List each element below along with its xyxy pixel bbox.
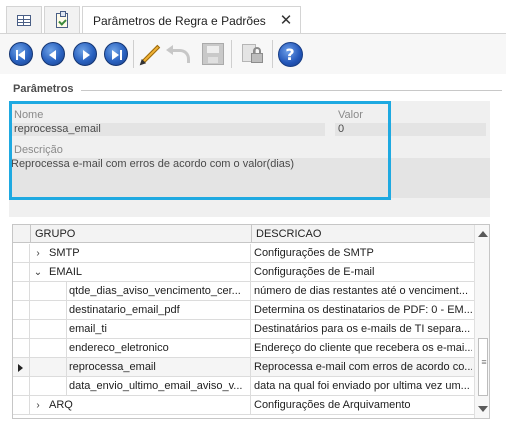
row-indicator[interactable] bbox=[13, 396, 30, 415]
save-button[interactable] bbox=[199, 40, 227, 68]
descricao-cell[interactable]: Endereço do cliente que recebera os e-ma… bbox=[254, 339, 472, 358]
collapse-icon[interactable]: ⌄ bbox=[32, 263, 44, 282]
toolbar: ? bbox=[0, 34, 506, 74]
table-row[interactable]: destinatario_email_pdf Determina os desti… bbox=[13, 301, 474, 320]
grupo-cell[interactable]: EMAIL bbox=[49, 263, 251, 282]
row-indicator[interactable] bbox=[13, 339, 30, 358]
lock-button[interactable] bbox=[240, 40, 268, 68]
last-record-button[interactable] bbox=[102, 40, 130, 68]
header-indicator bbox=[13, 225, 30, 243]
table-row[interactable]: ⌄ EMAIL Configurações de E-mail bbox=[13, 263, 474, 282]
expand-icon[interactable]: › bbox=[32, 244, 44, 263]
parameters-grid: GRUPO DESCRICAO › SMTP Configurações de SM… bbox=[12, 224, 490, 419]
last-record-icon bbox=[104, 42, 128, 66]
descricao-cell[interactable]: Reprocessa e-mail com erros de acordo co… bbox=[254, 358, 472, 377]
table-row[interactable]: qtde_dias_aviso_vencimento_cer... número … bbox=[13, 282, 474, 301]
help-icon: ? bbox=[277, 41, 303, 67]
row-indicator[interactable] bbox=[13, 377, 30, 396]
grupo-cell[interactable]: ARQ bbox=[49, 396, 251, 415]
table-row[interactable]: › ARQ Configurações de Arquivamento bbox=[13, 396, 474, 415]
grupo-cell[interactable]: endereco_eletronico bbox=[66, 339, 251, 358]
row-indicator[interactable] bbox=[13, 358, 30, 377]
row-indicator[interactable] bbox=[13, 320, 30, 339]
descricao-cell[interactable]: Configurações de Arquivamento bbox=[254, 396, 472, 415]
table-row[interactable]: data_envio_ultimo_email_aviso_v... data n… bbox=[13, 377, 474, 396]
close-icon[interactable]: ✕ bbox=[280, 13, 293, 28]
clipboard-check-icon bbox=[56, 11, 68, 28]
grupo-cell[interactable]: SMTP bbox=[49, 244, 251, 263]
undo-icon bbox=[166, 45, 190, 63]
grupo-cell[interactable]: reprocessa_email bbox=[66, 358, 251, 377]
table-row[interactable]: email_ti Destinatários para os e-mails de… bbox=[13, 320, 474, 339]
table-row[interactable]: › SMTP Configurações de SMTP bbox=[13, 244, 474, 263]
vertical-scrollbar[interactable] bbox=[474, 225, 489, 418]
next-record-icon bbox=[73, 42, 97, 66]
first-record-button[interactable] bbox=[7, 40, 35, 68]
row-indicator[interactable] bbox=[13, 244, 30, 263]
toolbar-separator bbox=[231, 40, 232, 68]
tab-strip: Parâmetros de Regra e Padrões ✕ bbox=[0, 0, 506, 34]
table-row[interactable]: endereco_eletronico Endereço do cliente q… bbox=[13, 339, 474, 358]
toolbar-separator bbox=[272, 40, 273, 68]
lock-icon bbox=[242, 42, 266, 66]
table-row[interactable]: reprocessa_email Reprocessa e-mail com er… bbox=[13, 358, 474, 377]
row-indicator[interactable] bbox=[13, 282, 30, 301]
edit-button[interactable] bbox=[137, 40, 165, 68]
scroll-thumb[interactable] bbox=[478, 338, 489, 396]
expand-icon[interactable]: › bbox=[32, 396, 44, 415]
section-title: Parâmetros bbox=[13, 83, 74, 95]
scroll-up-icon[interactable] bbox=[478, 231, 488, 237]
descricao-cell[interactable]: Determina os destinatarios de PDF: 0 - E… bbox=[254, 301, 472, 320]
row-indicator[interactable] bbox=[13, 263, 30, 282]
row-indicator[interactable] bbox=[13, 301, 30, 320]
descricao-cell[interactable]: data na qual foi enviado por ultima vez … bbox=[254, 377, 472, 396]
tab-grid-view[interactable] bbox=[6, 6, 42, 34]
grupo-cell[interactable]: destinatario_email_pdf bbox=[66, 301, 251, 320]
tab-parametros[interactable]: Parâmetros de Regra e Padrões ✕ bbox=[82, 6, 302, 34]
tab-checklist[interactable] bbox=[44, 6, 80, 34]
previous-record-button[interactable] bbox=[39, 40, 67, 68]
grid-icon bbox=[17, 15, 31, 26]
descricao-cell[interactable]: Configurações de SMTP bbox=[254, 244, 472, 263]
help-button[interactable]: ? bbox=[276, 40, 304, 68]
descricao-cell[interactable]: número de dias restantes até o venciment… bbox=[254, 282, 472, 301]
column-grupo[interactable]: GRUPO bbox=[30, 225, 251, 243]
edit-icon bbox=[141, 44, 161, 64]
section-divider bbox=[81, 90, 502, 91]
descricao-cell[interactable]: Configurações de E-mail bbox=[254, 263, 472, 282]
descricao-cell[interactable]: Destinatários para os e-mails de TI sepa… bbox=[254, 320, 472, 339]
first-record-icon bbox=[9, 42, 33, 66]
highlight-box bbox=[9, 101, 391, 200]
grupo-cell[interactable]: email_ti bbox=[66, 320, 251, 339]
next-record-button[interactable] bbox=[71, 40, 99, 68]
save-icon bbox=[202, 43, 224, 65]
current-row-arrow-icon bbox=[18, 364, 23, 372]
undo-button[interactable] bbox=[166, 40, 195, 68]
column-descricao[interactable]: DESCRICAO bbox=[251, 225, 473, 243]
grid-header: GRUPO DESCRICAO bbox=[13, 225, 474, 243]
scroll-down-icon[interactable] bbox=[478, 406, 488, 412]
grupo-cell[interactable]: data_envio_ultimo_email_aviso_v... bbox=[66, 377, 251, 396]
toolbar-separator bbox=[133, 40, 134, 68]
grupo-cell[interactable]: qtde_dias_aviso_vencimento_cer... bbox=[66, 282, 251, 301]
tab-label: Parâmetros de Regra e Padrões bbox=[93, 13, 266, 28]
previous-record-icon bbox=[41, 42, 65, 66]
